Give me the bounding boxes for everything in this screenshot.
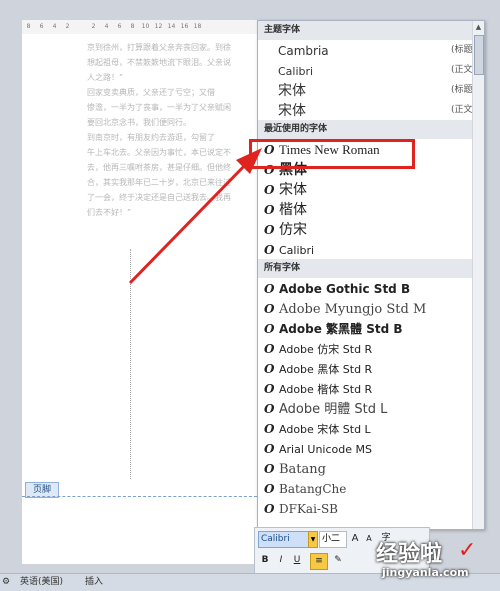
underline-button[interactable]: U — [290, 553, 304, 568]
red-arrow-annotation — [128, 148, 262, 285]
insert-mode-status[interactable]: 插入 — [85, 574, 103, 591]
font-dropdown-arrow-icon[interactable]: ▼ — [308, 531, 318, 548]
italic-button[interactable]: I — [274, 553, 288, 568]
highlight-color-icon[interactable]: ✎ — [330, 553, 346, 568]
language-status[interactable]: 英语(美国) — [20, 574, 63, 591]
grow-font-button[interactable]: A — [349, 531, 361, 546]
arrow-shaft — [128, 158, 252, 285]
status-icon: ⚙ — [2, 577, 11, 587]
watermark-logo: 经验啦 ✓ jingyanla.com — [376, 536, 500, 590]
font-size-box[interactable]: 小二 — [319, 531, 347, 548]
watermark-url: jingyanla.com — [382, 566, 469, 579]
font-name-box[interactable]: Calibri — [258, 531, 310, 548]
align-center-icon[interactable]: ≡ — [310, 553, 328, 570]
watermark-brand: 经验啦 — [376, 542, 443, 567]
shrink-font-button[interactable]: A — [363, 531, 375, 546]
bold-button[interactable]: B — [258, 553, 272, 568]
watermark-check-icon: ✓ — [458, 538, 477, 563]
